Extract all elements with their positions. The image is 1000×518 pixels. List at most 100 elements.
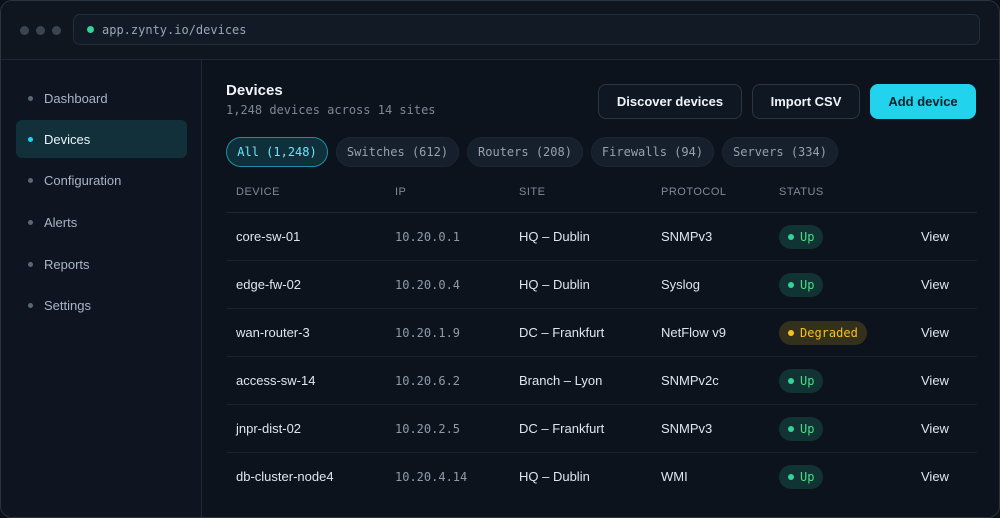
discover-devices-button[interactable]: Discover devices (598, 84, 742, 119)
status-badge: Up (779, 224, 824, 249)
sidebar: Dashboard Devices Configuration Alerts R… (1, 60, 202, 517)
filter-chip-servers[interactable]: Servers (334) (722, 137, 838, 167)
sidebar-item-label: Devices (44, 131, 91, 147)
bullet-icon (28, 302, 33, 308)
minimize-window-dot[interactable] (36, 26, 45, 35)
device-name: edge-fw-02 (236, 277, 302, 292)
url-text: app.zynty.io/devices (102, 22, 247, 37)
status-cell: Up (779, 405, 824, 452)
bullet-icon (28, 95, 33, 101)
table-row[interactable]: wan-router-3 10.20.1.9 DC – Frankfurt Ne… (226, 309, 977, 357)
device-site: HQ – Dublin (519, 229, 590, 244)
sidebar-item-reports[interactable]: Reports (16, 245, 187, 283)
column-header-site[interactable]: SITE (519, 186, 545, 198)
table-row[interactable]: edge-fw-02 10.20.0.4 HQ – Dublin Syslog … (226, 261, 977, 309)
sidebar-item-configuration[interactable]: Configuration (16, 161, 187, 199)
secure-indicator-icon (87, 26, 94, 33)
devices-table: DEVICE IP SITE PROTOCOL STATUS core-sw-0… (226, 178, 977, 500)
device-site: DC – Frankfurt (519, 421, 605, 436)
device-ip: 10.20.0.1 (395, 229, 461, 244)
status-dot-icon (788, 473, 794, 480)
table-row[interactable]: core-sw-01 10.20.0.1 HQ – Dublin SNMPv3 … (226, 213, 977, 261)
sidebar-item-label: Alerts (44, 214, 78, 230)
sidebar-item-alerts[interactable]: Alerts (16, 203, 187, 241)
device-ip: 10.20.6.2 (395, 373, 461, 388)
sidebar-item-label: Reports (44, 256, 90, 272)
status-dot-icon (788, 281, 794, 288)
maximize-window-dot[interactable] (52, 26, 61, 35)
status-text: Up (800, 277, 815, 292)
filter-chip-switches[interactable]: Switches (612) (336, 137, 459, 167)
device-site: Branch – Lyon (519, 373, 603, 388)
status-text: Up (800, 229, 815, 244)
bullet-icon (28, 136, 33, 142)
bullet-icon (28, 261, 33, 267)
view-link[interactable]: View (921, 213, 949, 260)
sidebar-item-devices[interactable]: Devices (16, 120, 187, 158)
app-window: app.zynty.io/devices Dashboard Devices C… (0, 0, 1000, 518)
status-cell: Up (779, 213, 824, 260)
device-name: db-cluster-node4 (236, 469, 334, 484)
sidebar-item-dashboard[interactable]: Dashboard (16, 79, 187, 117)
table-header: DEVICE IP SITE PROTOCOL STATUS (226, 178, 977, 213)
status-text: Up (800, 421, 815, 436)
close-window-dot[interactable] (20, 26, 29, 35)
device-site: HQ – Dublin (519, 277, 590, 292)
device-site: DC – Frankfurt (519, 325, 605, 340)
device-ip: 10.20.2.5 (395, 421, 461, 436)
window-controls (20, 26, 61, 35)
main-content: Devices 1,248 devices across 14 sites Di… (202, 60, 999, 517)
column-header-protocol[interactable]: PROTOCOL (661, 186, 727, 198)
sidebar-item-label: Configuration (44, 172, 122, 188)
device-protocol: NetFlow v9 (661, 325, 727, 340)
add-device-button[interactable]: Add device (870, 84, 976, 119)
filter-chip-all[interactable]: All (1,248) (226, 137, 328, 167)
status-cell: Up (779, 261, 824, 308)
device-ip: 10.20.1.9 (395, 325, 461, 340)
device-site: HQ – Dublin (519, 469, 590, 484)
bullet-icon (28, 177, 33, 183)
address-bar[interactable]: app.zynty.io/devices (73, 14, 980, 45)
device-name: jnpr-dist-02 (236, 421, 302, 436)
status-text: Up (800, 373, 815, 388)
view-link[interactable]: View (921, 261, 949, 308)
view-link[interactable]: View (921, 405, 949, 452)
sidebar-item-label: Dashboard (44, 90, 108, 106)
import-csv-button[interactable]: Import CSV (752, 84, 860, 119)
sidebar-item-label: Settings (44, 297, 91, 313)
sidebar-item-settings[interactable]: Settings (16, 286, 187, 324)
bullet-icon (28, 219, 33, 225)
page-subtitle: 1,248 devices across 14 sites (226, 103, 436, 117)
view-link[interactable]: View (921, 309, 949, 356)
status-badge: Degraded (779, 320, 867, 345)
device-protocol: WMI (661, 469, 688, 484)
device-protocol: SNMPv3 (661, 229, 713, 244)
filter-chip-routers[interactable]: Routers (208) (467, 137, 583, 167)
status-dot-icon (788, 329, 794, 336)
device-ip: 10.20.4.14 (395, 469, 468, 484)
column-header-status[interactable]: STATUS (779, 186, 824, 198)
status-badge: Up (779, 416, 824, 441)
device-protocol: SNMPv3 (661, 421, 713, 436)
filter-chip-firewalls[interactable]: Firewalls (94) (591, 137, 714, 167)
status-cell: Up (779, 453, 824, 500)
device-protocol: SNMPv2c (661, 373, 719, 388)
device-name: core-sw-01 (236, 229, 301, 244)
page-title: Devices (226, 82, 283, 99)
column-header-device[interactable]: DEVICE (236, 186, 280, 198)
device-protocol: Syslog (661, 277, 701, 292)
status-badge: Up (779, 464, 824, 489)
status-badge: Up (779, 272, 824, 297)
view-link[interactable]: View (921, 357, 949, 404)
view-link[interactable]: View (921, 453, 949, 500)
status-text: Up (800, 469, 815, 484)
table-row[interactable]: jnpr-dist-02 10.20.2.5 DC – Frankfurt SN… (226, 405, 977, 453)
device-name: wan-router-3 (236, 325, 310, 340)
status-dot-icon (788, 233, 794, 240)
status-cell: Degraded (779, 309, 867, 356)
table-row[interactable]: access-sw-14 10.20.6.2 Branch – Lyon SNM… (226, 357, 977, 405)
column-header-ip[interactable]: IP (395, 186, 406, 198)
table-row[interactable]: db-cluster-node4 10.20.4.14 HQ – Dublin … (226, 453, 977, 500)
status-dot-icon (788, 425, 794, 432)
status-cell: Up (779, 357, 824, 404)
